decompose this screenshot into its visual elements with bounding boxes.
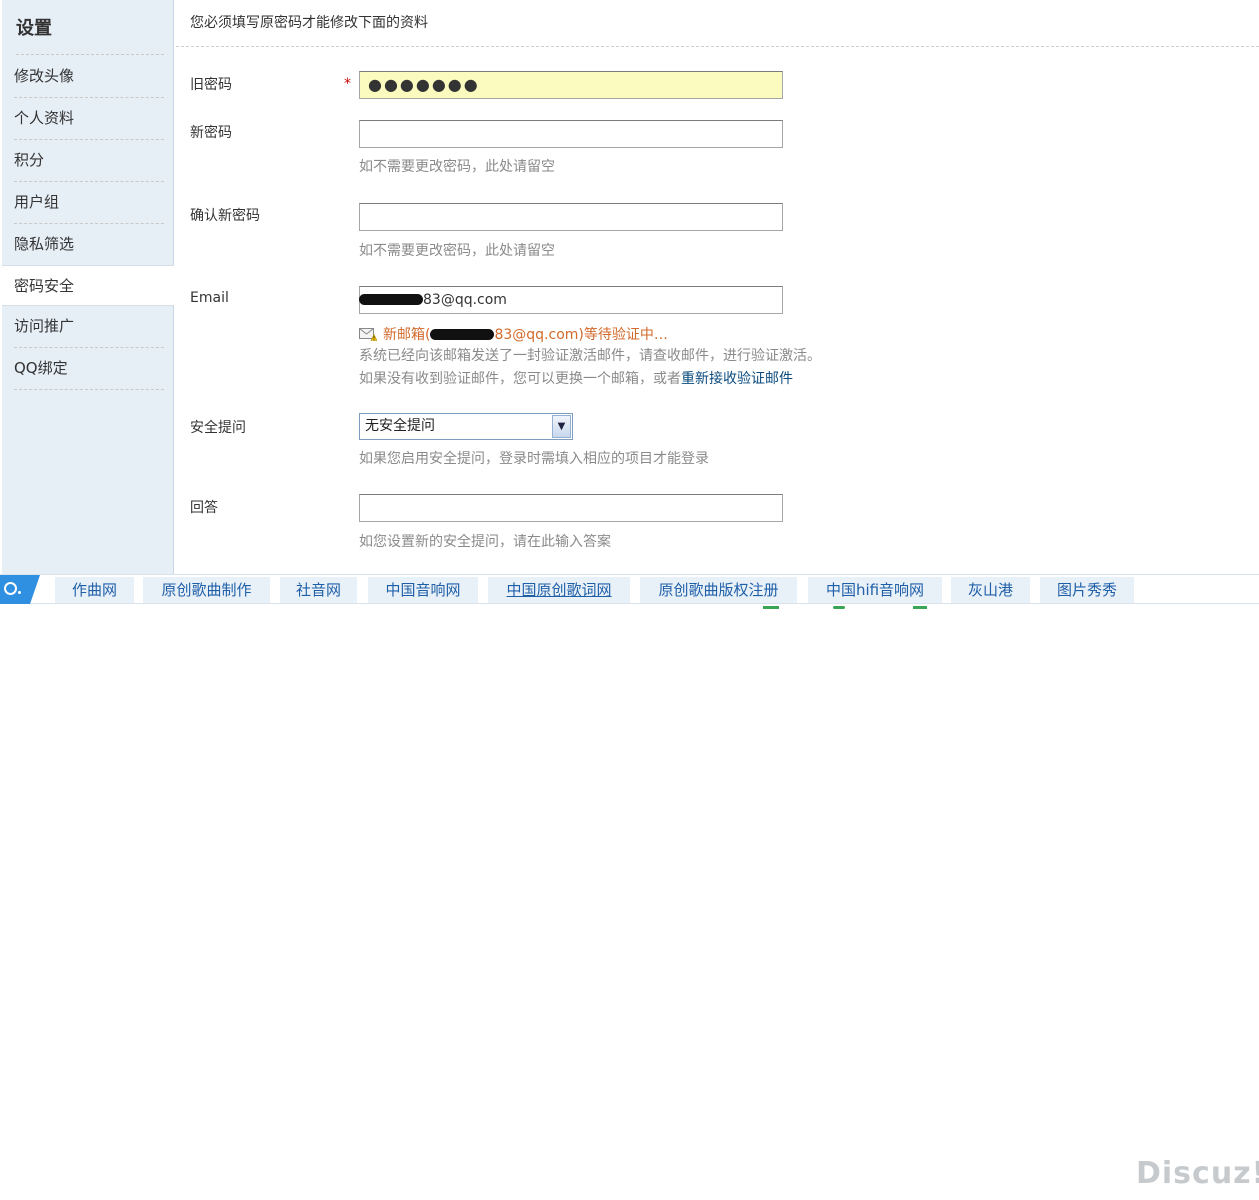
sidebar-item-promotion[interactable]: 访问推广: [14, 306, 164, 348]
old-password-input[interactable]: ●●●●●●●: [359, 71, 783, 99]
nav-link-song-production[interactable]: 原创歌曲制作: [143, 577, 270, 603]
email-not-received-note: 如果没有收到验证邮件，您可以更换一个邮箱，或者重新接收验证邮件: [359, 371, 793, 387]
security-question-select[interactable]: 无安全提问 ▼: [359, 413, 573, 440]
security-question-label: 安全提问: [190, 420, 246, 436]
redacted-mark: [430, 328, 495, 340]
sidebar-item-privacy[interactable]: 隐私筛选: [14, 224, 164, 266]
nav-link-copyright-registration[interactable]: 原创歌曲版权注册: [640, 577, 797, 603]
nav-link-huishangang[interactable]: 灰山港: [951, 577, 1030, 603]
answer-label: 回答: [190, 500, 218, 516]
nav-link-zuoqu[interactable]: 作曲网: [55, 577, 134, 603]
nav-link-sheyin[interactable]: 社音网: [280, 577, 357, 603]
sidebar-title: 设置: [16, 18, 52, 39]
confirm-password-label: 确认新密码: [190, 208, 260, 224]
resend-verification-link[interactable]: 重新接收验证邮件: [681, 371, 793, 387]
sidebar-item-avatar[interactable]: 修改头像: [14, 56, 164, 98]
search-logo-icon[interactable]: [0, 575, 40, 604]
settings-sidebar: 设置 修改头像 个人资料 积分 用户组 隐私筛选 密码安全 访问推广 QQ绑定: [2, 0, 174, 574]
new-password-hint: 如不需要更改密码，此处请留空: [359, 159, 555, 175]
email-value: 83@qq.com: [359, 292, 507, 308]
nav-link-china-lyrics[interactable]: 中国原创歌词网: [488, 577, 630, 603]
nav-link-china-audio[interactable]: 中国音响网: [368, 577, 478, 603]
new-password-label: 新密码: [190, 125, 232, 141]
security-question-hint: 如果您启用安全提问，登录时需填入相应的项目才能登录: [359, 451, 709, 467]
decorative-mark: [913, 606, 927, 609]
decorative-mark: [763, 606, 779, 609]
sidebar-item-profile[interactable]: 个人资料: [14, 98, 164, 140]
email-pending-status: 新邮箱(83@qq.com)等待验证中…: [359, 324, 668, 344]
form-divider: [176, 46, 1259, 47]
bottom-nav-bar: 作曲网 原创歌曲制作 社音网 中国音响网 中国原创歌词网 原创歌曲版权注册 中国…: [0, 574, 1259, 604]
sidebar-menu: 修改头像 个人资料 积分 用户组 隐私筛选 密码安全 访问推广 QQ绑定: [2, 56, 174, 390]
confirm-password-input[interactable]: [359, 203, 783, 231]
mail-warning-icon: [359, 328, 377, 341]
nav-link-china-hifi[interactable]: 中国hifi音响网: [808, 577, 942, 603]
answer-hint: 如您设置新的安全提问，请在此输入答案: [359, 534, 611, 550]
password-required-note: 您必须填写原密码才能修改下面的资料: [190, 15, 428, 31]
confirm-password-hint: 如不需要更改密码，此处请留空: [359, 243, 555, 259]
sidebar-item-qq-binding[interactable]: QQ绑定: [14, 348, 164, 390]
answer-input[interactable]: [359, 494, 783, 522]
required-mark: *: [344, 76, 351, 92]
decorative-mark: [833, 606, 845, 609]
redacted-mark: [359, 293, 423, 305]
sidebar-item-password-security[interactable]: 密码安全: [2, 265, 174, 306]
nav-link-picture-show[interactable]: 图片秀秀: [1040, 577, 1134, 603]
security-question-value: 无安全提问: [365, 418, 435, 434]
email-label: Email: [190, 290, 229, 306]
old-password-label: 旧密码: [190, 77, 232, 93]
sidebar-divider: [16, 54, 164, 55]
email-sent-note: 系统已经向该邮箱发送了一封验证激活邮件，请查收邮件，进行验证激活。: [359, 348, 821, 364]
sidebar-item-usergroup[interactable]: 用户组: [14, 182, 164, 224]
discuz-watermark: Discuz!: [1136, 1156, 1259, 1191]
chevron-down-icon[interactable]: ▼: [552, 415, 571, 438]
sidebar-item-credits[interactable]: 积分: [14, 140, 164, 182]
new-password-input[interactable]: [359, 120, 783, 148]
